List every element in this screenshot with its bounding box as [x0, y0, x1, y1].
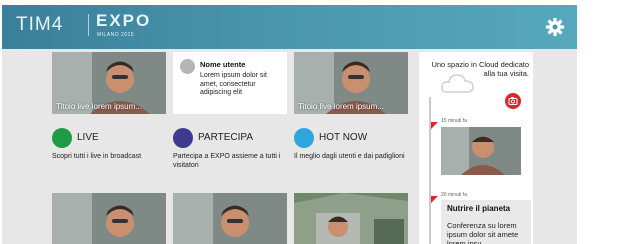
timeline-item[interactable]: 20 minuti fa Nutrire il pianeta Conferen…	[427, 192, 533, 244]
live-card-2[interactable]: Titolo live lorem ipsum...	[294, 52, 408, 114]
header-bar: TIM4 EXPO MILANO 2015	[2, 5, 577, 49]
brand-divider	[88, 14, 89, 36]
gear-icon[interactable]	[545, 17, 565, 37]
timeline-flag-icon	[431, 122, 438, 129]
partecipa-dot-icon	[173, 128, 193, 148]
cloud-icon	[441, 74, 474, 93]
camera-icon[interactable]	[505, 93, 521, 109]
live-card-5[interactable]	[294, 193, 408, 244]
timeline-timestamp: 15 minuti fa	[441, 118, 467, 124]
category-description: Scopri tutti i live in broadcast	[52, 153, 142, 160]
timeline-event-title: Nutrire il pianeta	[447, 204, 511, 213]
pavilion-photo	[294, 193, 408, 244]
app-window: TIM4 EXPO MILANO 2015 Titolo live lorem …	[2, 5, 577, 244]
category-live[interactable]: LIVE Scopri tutti i live in broadcast	[52, 128, 167, 178]
category-partecipa[interactable]: PARTECIPA Partecipa a EXPO assieme a tut…	[173, 128, 288, 178]
user-post-text: Lorem ipsum dolor sit amet, consectetur …	[200, 72, 267, 96]
timeline-timestamp: 20 minuti fa	[441, 192, 467, 198]
expo-subtitle: MILANO 2015	[97, 32, 135, 38]
timeline-event-body: Conferenza su lorem ipsum dolor sit amet…	[447, 221, 519, 244]
person-photo	[173, 193, 287, 244]
category-hot-now[interactable]: HOT NOW Il meglio dagli utenti e dai pad…	[294, 128, 409, 178]
person-photo	[52, 193, 166, 244]
category-description: Il meglio dagli utenti e dai padiglioni	[294, 153, 405, 160]
expo-logo: EXPO	[96, 11, 152, 30]
live-dot-icon	[52, 128, 72, 148]
live-card-3[interactable]	[52, 193, 166, 244]
timeline-item[interactable]: 15 minuti fa	[427, 118, 533, 178]
user-post-card[interactable]: Nome utente Lorem ipsum dolor sit amet, …	[173, 52, 287, 114]
timeline-flag-icon	[431, 196, 438, 203]
live-card-4[interactable]	[173, 193, 287, 244]
timeline-photo	[441, 127, 521, 175]
brand-logo[interactable]: TIM4	[16, 14, 63, 36]
user-name: Nome utente	[200, 60, 246, 69]
timeline-panel: Uno spazio in Cloud dedicato alla tua vi…	[419, 52, 533, 244]
category-title: PARTECIPA	[198, 132, 254, 143]
avatar	[180, 59, 195, 74]
live-card-caption: Titolo live lorem ipsum...	[56, 102, 142, 111]
live-card-caption: Titolo live lorem ipsum...	[298, 102, 384, 111]
live-card-1[interactable]: Titolo live lorem ipsum...	[52, 52, 166, 114]
category-title: HOT NOW	[319, 132, 368, 143]
category-title: LIVE	[77, 132, 99, 143]
hot-now-dot-icon	[294, 128, 314, 148]
category-description: Partecipa a EXPO assieme a tutti i visit…	[173, 153, 281, 169]
